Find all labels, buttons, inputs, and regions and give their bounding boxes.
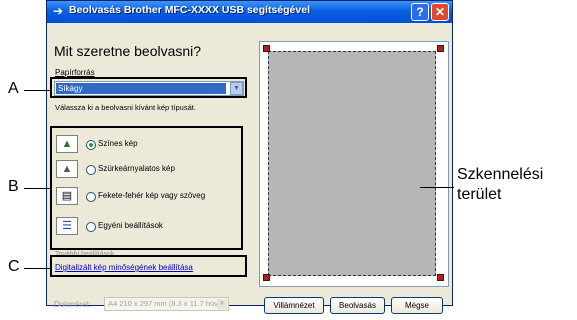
chevron-down-icon: ▼ bbox=[217, 299, 227, 309]
scan-button[interactable]: Beolvasás bbox=[330, 297, 385, 314]
page-title: Mit szeretne beolvasni? bbox=[54, 43, 202, 59]
scan-area[interactable] bbox=[268, 51, 436, 276]
scan-area-label-line2: terület bbox=[457, 186, 502, 203]
callout-box-a bbox=[50, 77, 247, 98]
callout-line-a bbox=[24, 90, 50, 91]
callout-letter-a: A bbox=[8, 80, 19, 97]
callout-line-c bbox=[24, 268, 50, 269]
document-size-label: Dokméret: bbox=[54, 300, 91, 309]
callout-letter-c: C bbox=[8, 258, 20, 275]
document-size-dropdown: A4 210 x 297 mm (8.3 x 11.7 hüv ▼ bbox=[104, 297, 229, 311]
close-button[interactable]: ✕ bbox=[431, 3, 449, 21]
corner-handle-top-right[interactable] bbox=[437, 45, 444, 52]
title-bar[interactable]: ➔ Beolvasás Brother MFC-XXXX USB segítsé… bbox=[47, 1, 452, 23]
preview-button[interactable]: Villámnézet bbox=[264, 297, 324, 314]
window-title: Beolvasás Brother MFC-XXXX USB segítségé… bbox=[69, 4, 310, 16]
corner-handle-bottom-right[interactable] bbox=[437, 274, 444, 281]
callout-line-scan-area bbox=[420, 187, 454, 188]
scan-area-label-line1: Szkennelési bbox=[457, 166, 544, 183]
scanner-arrow-icon: ➔ bbox=[53, 4, 64, 18]
instruction-text: Válassza ki a beolvasni kívánt kép típus… bbox=[55, 103, 196, 112]
document-size-value: A4 210 x 297 mm (8.3 x 11.7 hüv bbox=[108, 299, 218, 308]
callout-line-b bbox=[24, 188, 50, 189]
callout-box-b bbox=[50, 126, 243, 250]
callout-box-c bbox=[50, 255, 247, 277]
help-button[interactable]: ? bbox=[411, 3, 429, 21]
scan-area-callout-label: Szkennelési terület bbox=[457, 165, 543, 205]
callout-letter-b: B bbox=[8, 178, 19, 195]
paper-source-label: Papírforrás bbox=[55, 68, 95, 77]
corner-handle-top-left[interactable] bbox=[263, 45, 270, 52]
cancel-button[interactable]: Mégse bbox=[391, 297, 443, 314]
corner-handle-bottom-left[interactable] bbox=[263, 274, 270, 281]
scan-preview-frame bbox=[259, 41, 449, 287]
